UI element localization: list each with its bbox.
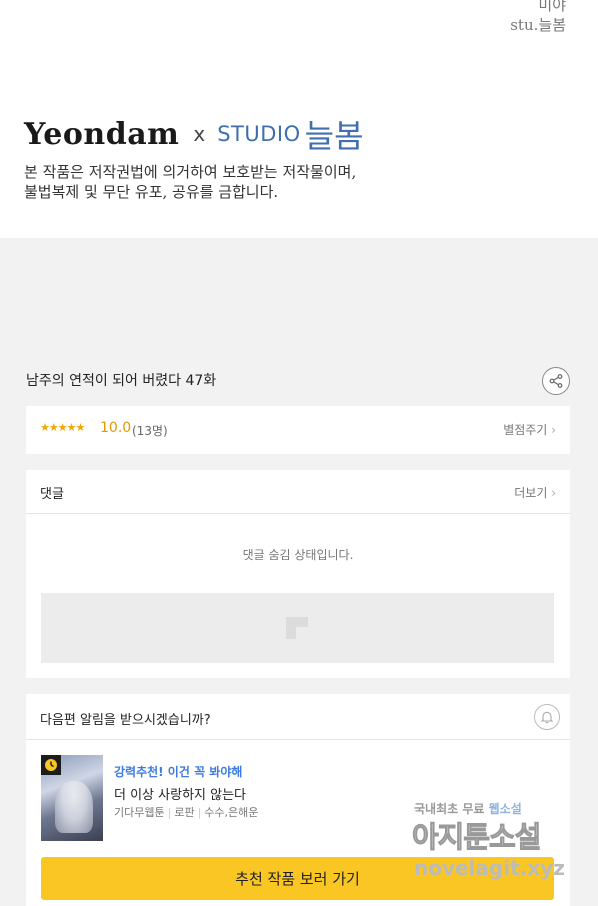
author-credit: 미야	[538, 0, 566, 14]
comment-hidden-message: 댓글 숨김 상태입니다.	[242, 548, 354, 562]
recommend-thumbnail[interactable]	[41, 755, 103, 841]
studio-credit: stu.늘봄	[510, 16, 566, 34]
share-button[interactable]	[542, 367, 570, 395]
meta-divider: |	[167, 806, 172, 819]
copyright-banner: 미야 stu.늘봄 Yeondam x STUDIO 늘봄 본 작품은 저작권법…	[0, 0, 598, 238]
rate-button[interactable]: 별점주기 ›	[503, 421, 556, 438]
site-watermark: 국내최초 무료 웹소설 아지툰소설 novelagit.xyz	[411, 800, 578, 884]
chevron-right-icon: ›	[551, 423, 556, 437]
episode-title: 남주의 연적이 되어 버렸다 47화	[26, 373, 217, 389]
copyright-line: 본 작품은 저작권법에 의거하여 보호받는 저작물이며,	[24, 163, 357, 181]
more-label: 더보기	[514, 486, 548, 500]
wait-free-badge	[41, 755, 61, 775]
comment-title: 댓글	[40, 487, 64, 502]
rating-stars: ★★★★★	[40, 421, 85, 434]
ad-placeholder	[41, 593, 554, 663]
cover-figure	[55, 781, 93, 833]
yeondam-logo: Yeondam	[24, 116, 180, 152]
recommend-title[interactable]: 더 이상 사랑하지 않는다	[114, 784, 246, 803]
neulbom-logo: 늘봄	[304, 117, 364, 155]
comment-more-button[interactable]: 더보기 ›	[514, 484, 556, 501]
meta-type: 기다무웹툰	[114, 806, 165, 819]
rate-label: 별점주기	[503, 423, 548, 437]
publisher-logos: Yeondam x STUDIO 늘봄	[24, 112, 364, 156]
logo-separator: x	[193, 122, 206, 146]
meta-authors: 수수,은해운	[204, 806, 259, 819]
bell-icon	[540, 711, 554, 724]
copyright-line: 불법복제 및 무단 유포, 공유를 금합니다.	[24, 183, 279, 201]
clock-icon	[45, 759, 57, 771]
notify-question: 다음편 알림을 받으시겠습니까?	[40, 713, 211, 728]
image-placeholder-icon	[286, 617, 308, 639]
meta-genre: 로판	[174, 806, 195, 819]
copyright-notice: 본 작품은 저작권법에 의거하여 보호받는 저작물이며, 불법복제 및 무단 유…	[24, 162, 356, 202]
comment-header: 댓글 더보기 ›	[26, 470, 570, 514]
notify-bell-button[interactable]	[534, 704, 560, 730]
rating-count: (13명)	[132, 424, 168, 438]
comment-section: 댓글 더보기 › 댓글 숨김 상태입니다.	[26, 470, 570, 678]
watermark-url: novelagit.xyz	[414, 856, 565, 880]
notify-header: 다음편 알림을 받으시겠습니까?	[26, 694, 570, 740]
rating-card: ★★★★★ 10.0 (13명) 별점주기 ›	[26, 406, 570, 454]
meta-divider: |	[197, 806, 202, 819]
recommend-meta: 기다무웹툰 | 로판 | 수수,은해운	[114, 804, 258, 820]
chevron-right-icon: ›	[551, 486, 556, 500]
recommend-tag: 강력추천! 이건 꼭 봐야해	[114, 765, 243, 779]
rating-score: 10.0	[100, 420, 132, 436]
share-icon	[549, 374, 563, 388]
watermark-name: 아지툰소설	[411, 820, 541, 855]
studio-logo: STUDIO	[217, 122, 301, 146]
